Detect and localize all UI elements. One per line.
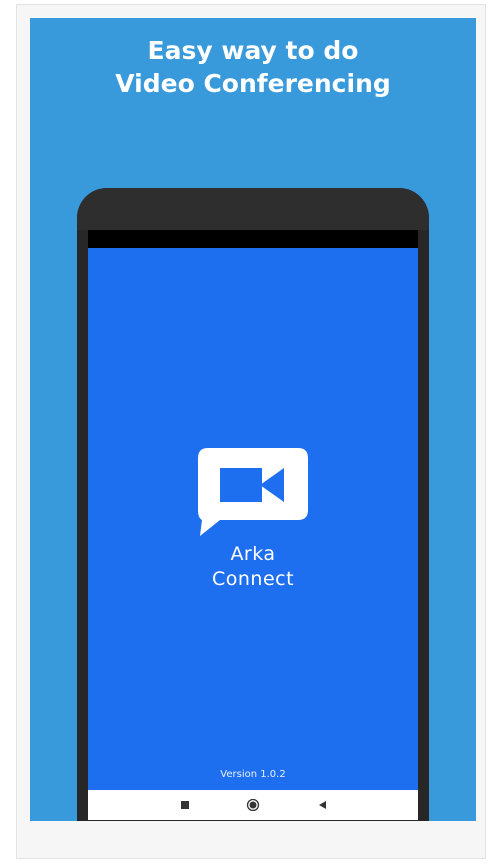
home-icon[interactable] (246, 799, 260, 811)
version-label: Version 1.0.2 (220, 769, 286, 780)
headline: Easy way to do Video Conferencing (30, 34, 476, 100)
app-name-line-1: Arka (230, 543, 276, 565)
app-name-line-2: Connect (211, 568, 295, 590)
headline-line-2: Video Conferencing (115, 69, 391, 98)
phone-mockup: Arka Connect Version 1.0.2 (77, 188, 429, 821)
android-nav-bar (88, 790, 418, 820)
promo-banner: Easy way to do Video Conferencing Arka C… (30, 18, 476, 821)
headline-line-1: Easy way to do (147, 36, 359, 65)
back-icon[interactable] (316, 799, 330, 811)
status-bar (88, 230, 418, 248)
phone-top-bezel (77, 188, 429, 230)
phone-screen: Arka Connect Version 1.0.2 (88, 230, 418, 820)
recent-apps-icon[interactable] (178, 799, 192, 811)
app-name: Arka Connect (88, 542, 418, 592)
video-camera-chat-bubble-icon (198, 448, 308, 536)
